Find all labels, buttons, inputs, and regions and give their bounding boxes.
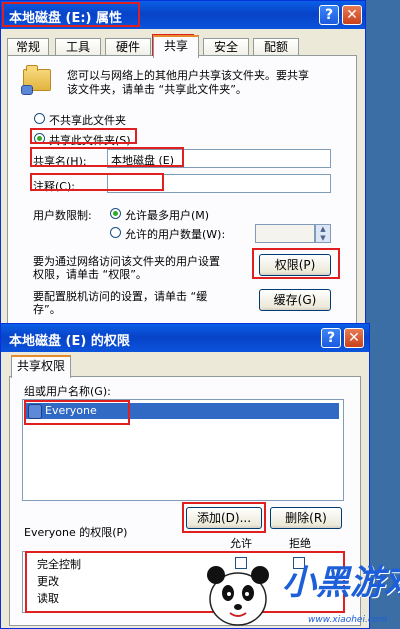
permissions-button[interactable]: 权限(P): [259, 254, 331, 276]
user-name: Everyone: [45, 404, 97, 417]
tab-sharing[interactable]: 共享: [153, 35, 199, 58]
panda-icon: [207, 566, 269, 626]
share-name-label: 共享名(H):: [33, 155, 87, 168]
permission-read: 读取: [37, 592, 59, 605]
radio-user-count-label: 允许的用户数量(W):: [125, 228, 226, 241]
tab-quota[interactable]: 配额: [253, 38, 299, 56]
permissions-titlebar[interactable]: 本地磁盘 (E) 的权限 ? ✕: [1, 324, 369, 352]
users-group-icon: [28, 404, 42, 419]
list-item[interactable]: Everyone: [25, 403, 339, 419]
properties-title: 本地磁盘 (E:) 属性: [9, 11, 123, 26]
tab-security[interactable]: 安全: [203, 38, 249, 56]
watermark-brand: 小黑游戏: [282, 563, 400, 603]
radio-max-users[interactable]: [110, 208, 121, 219]
comment-input[interactable]: [107, 174, 331, 193]
spin-up-icon[interactable]: ▲: [316, 225, 330, 234]
properties-titlebar[interactable]: 本地磁盘 (E:) 属性 ? ✕: [1, 1, 365, 29]
share-name-input[interactable]: 本地磁盘 (E): [107, 149, 331, 168]
properties-window: 本地磁盘 (E:) 属性 ? ✕ 常规 工具 硬件 共享 安全 配额 您可以与网…: [0, 0, 366, 330]
permissions-header: Everyone 的权限(P): [24, 526, 128, 539]
permissions-text-line2: 权限，请单击 “权限”。: [33, 268, 147, 281]
radio-no-share-label: 不共享此文件夹: [49, 114, 126, 127]
watermark-url: www.xiaohei.com: [308, 615, 388, 625]
tab-share-permissions[interactable]: 共享权限: [11, 355, 71, 378]
user-count-spinner[interactable]: ▲ ▼: [315, 224, 331, 243]
help-button[interactable]: ?: [321, 328, 341, 348]
watermark: 小黑游戏 www.xiaohei.com: [190, 549, 400, 629]
close-button[interactable]: ✕: [344, 328, 364, 348]
close-button[interactable]: ✕: [342, 5, 362, 25]
cache-text-line2: 存”。: [33, 303, 61, 316]
radio-max-users-label: 允许最多用户(M): [125, 209, 210, 222]
spin-down-icon[interactable]: ▼: [316, 234, 330, 243]
cache-button[interactable]: 缓存(G): [259, 289, 331, 311]
radio-no-share[interactable]: [34, 113, 45, 124]
permission-full-control: 完全控制: [37, 558, 81, 571]
user-limit-label: 用户数限制:: [33, 209, 92, 222]
user-list[interactable]: Everyone: [22, 399, 344, 501]
permission-change: 更改: [37, 575, 59, 588]
tab-tools[interactable]: 工具: [55, 38, 101, 56]
sharing-description-line2: 该文件夹，请单击 “共享此文件夹”。: [67, 83, 247, 96]
user-count-input[interactable]: [255, 224, 315, 243]
tab-hardware[interactable]: 硬件: [105, 38, 151, 56]
radio-user-count[interactable]: [110, 227, 121, 238]
permissions-title: 本地磁盘 (E) 的权限: [9, 334, 130, 349]
radio-share[interactable]: [34, 133, 45, 144]
help-button[interactable]: ?: [319, 5, 339, 25]
add-button[interactable]: 添加(D)...: [186, 507, 262, 529]
remove-button[interactable]: 删除(R): [270, 507, 342, 529]
comment-label: 注释(C):: [33, 180, 75, 193]
tab-general[interactable]: 常规: [7, 38, 49, 56]
sharing-hand-icon: [21, 85, 33, 95]
group-label: 组或用户名称(G):: [24, 385, 111, 398]
radio-share-label: 共享此文件夹(S): [49, 134, 131, 147]
